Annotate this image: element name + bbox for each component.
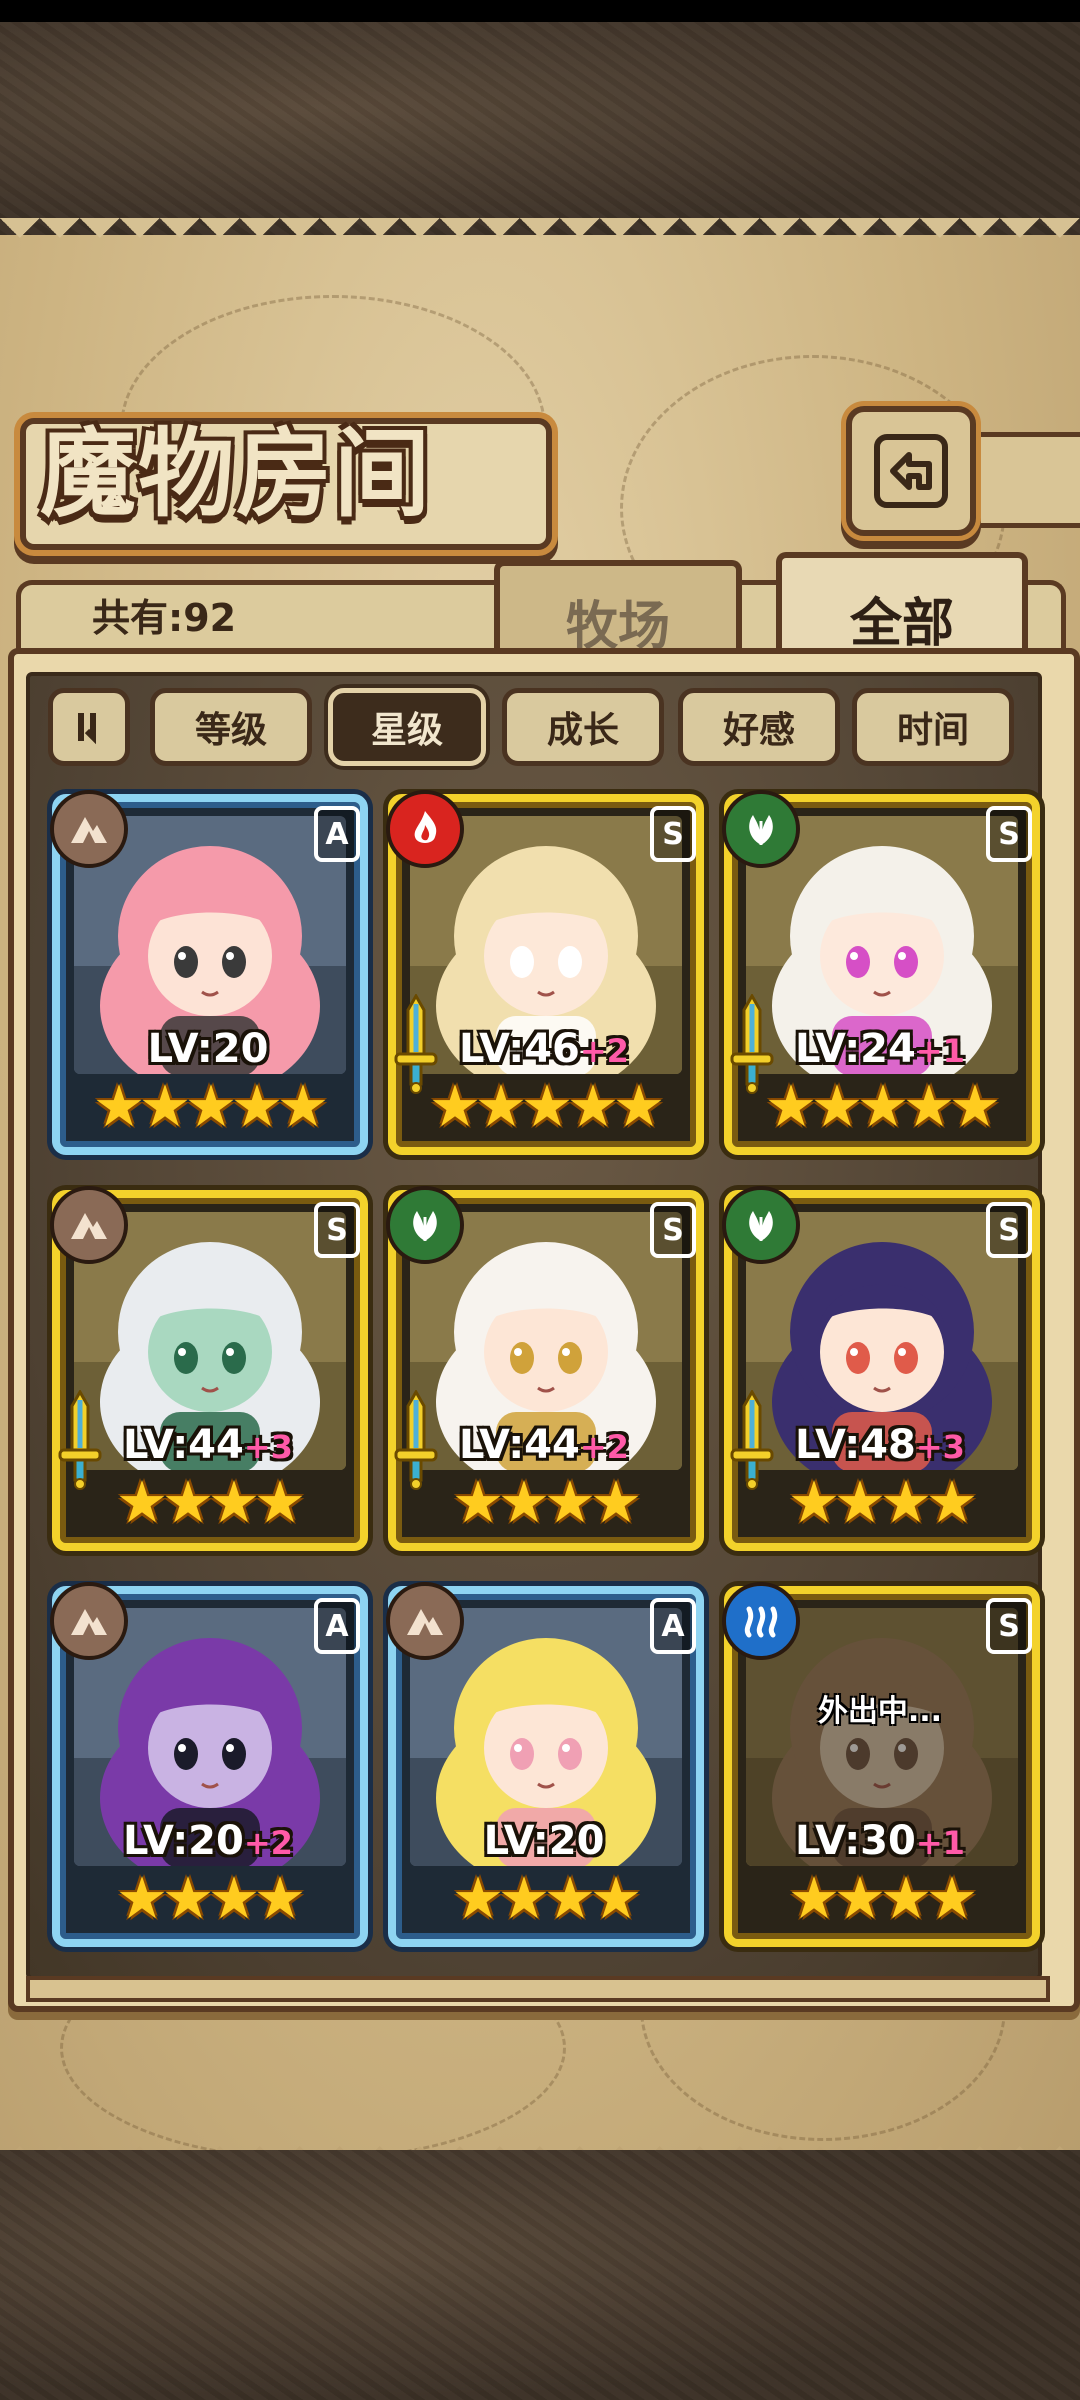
level-bonus: +1 xyxy=(915,1824,965,1862)
element-nature-icon xyxy=(722,790,800,868)
back-arrow-icon xyxy=(874,434,948,508)
level-bonus: +1 xyxy=(915,1032,965,1070)
level-text: LV:24 xyxy=(795,1026,916,1072)
sort-affection-label: 好感 xyxy=(722,710,795,751)
level-text: LV:46 xyxy=(459,1026,580,1072)
rank-badge: S xyxy=(986,1598,1032,1654)
status-bar xyxy=(0,0,1080,22)
monster-level: LV:20+2 xyxy=(52,1818,364,1864)
monster-card[interactable]: S LV:46+2 ★★★★★ xyxy=(386,790,704,1155)
monster-card[interactable]: S LV:48+3 ★★★★ xyxy=(722,1186,1040,1551)
level-text: LV:44 xyxy=(123,1422,244,1468)
monster-card[interactable]: A LV:20 ★★★★ xyxy=(386,1582,704,1947)
sort-affection-button[interactable]: 好感 xyxy=(678,688,840,766)
monster-card[interactable]: S LV:24+1 ★★★★★ xyxy=(722,790,1040,1155)
panel-bottom-rail xyxy=(26,1976,1050,2002)
sort-star-button[interactable]: 星级 xyxy=(328,688,486,766)
rank-badge: S xyxy=(314,1202,360,1258)
star-icons: ★★★★ xyxy=(788,1468,978,1536)
level-text: LV:20 xyxy=(147,1026,269,1072)
element-earth-icon xyxy=(50,1186,128,1264)
star-rating: ★★★★ xyxy=(388,1472,700,1532)
element-earth-icon xyxy=(50,1582,128,1660)
element-earth-icon xyxy=(386,1582,464,1660)
level-bonus: +3 xyxy=(915,1428,965,1466)
torn-edge-top xyxy=(0,218,1080,258)
monster-level: LV:48+3 xyxy=(724,1422,1036,1468)
map-background-top xyxy=(0,22,1080,237)
rank-badge: A xyxy=(314,806,360,862)
star-rating: ★★★★ xyxy=(724,1868,1036,1928)
back-button[interactable] xyxy=(846,406,976,536)
level-text: LV:30 xyxy=(795,1818,916,1864)
rank-badge: S xyxy=(986,1202,1032,1258)
monster-level: LV:20 xyxy=(52,1026,364,1072)
star-rating: ★★★★★ xyxy=(724,1076,1036,1136)
sort-growth-label: 成长 xyxy=(546,710,619,751)
star-rating: ★★★★ xyxy=(388,1868,700,1928)
sort-direction-icon xyxy=(78,713,96,745)
star-icons: ★★★★★ xyxy=(765,1072,1001,1140)
level-text: LV:20 xyxy=(483,1818,605,1864)
star-icons: ★★★★★ xyxy=(429,1072,665,1140)
rank-badge: S xyxy=(650,1202,696,1258)
star-icons: ★★★★ xyxy=(116,1468,306,1536)
rank-badge: S xyxy=(650,806,696,862)
rank-badge: A xyxy=(650,1598,696,1654)
monster-level: LV:30+1 xyxy=(724,1818,1036,1864)
level-bonus: +3 xyxy=(243,1428,293,1466)
star-rating: ★★★★★ xyxy=(52,1076,364,1136)
monster-level: LV:20 xyxy=(388,1818,700,1864)
sort-level-label: 等级 xyxy=(194,710,267,751)
level-bonus: +2 xyxy=(243,1824,293,1862)
monster-level: LV:46+2 xyxy=(388,1026,700,1072)
star-rating: ★★★★ xyxy=(52,1868,364,1928)
rank-badge: S xyxy=(986,806,1032,862)
star-rating: ★★★★ xyxy=(724,1472,1036,1532)
away-status: 外出中... xyxy=(817,1694,943,1729)
element-earth-icon xyxy=(50,790,128,868)
element-nature-icon xyxy=(722,1186,800,1264)
monster-level: LV:44+2 xyxy=(388,1422,700,1468)
level-bonus: +2 xyxy=(579,1428,629,1466)
monster-card[interactable]: S LV:44+3 ★★★★ xyxy=(50,1186,368,1551)
monster-level: LV:24+1 xyxy=(724,1026,1036,1072)
element-water-icon xyxy=(722,1582,800,1660)
monster-card[interactable]: A LV:20+2 ★★★★ xyxy=(50,1582,368,1947)
sort-level-button[interactable]: 等级 xyxy=(150,688,312,766)
element-fire-icon xyxy=(386,790,464,868)
star-icons: ★★★★ xyxy=(452,1468,642,1536)
star-icons: ★★★★ xyxy=(116,1864,306,1932)
level-text: LV:20 xyxy=(123,1818,244,1864)
level-bonus: +2 xyxy=(579,1032,629,1070)
monster-card[interactable]: S 外出中... LV:30+1 ★★★★ xyxy=(722,1582,1040,1947)
monster-card[interactable]: S LV:44+2 ★★★★ xyxy=(386,1186,704,1551)
star-rating: ★★★★★ xyxy=(388,1076,700,1136)
sort-star-label: 星级 xyxy=(370,710,443,751)
monster-count: 共有:92 xyxy=(92,596,237,640)
sort-time-button[interactable]: 时间 xyxy=(852,688,1014,766)
sort-time-label: 时间 xyxy=(896,710,969,751)
star-icons: ★★★★ xyxy=(788,1864,978,1932)
monster-card[interactable]: A LV:20 ★★★★★ xyxy=(50,790,368,1155)
map-background-bottom xyxy=(0,2150,1080,2400)
element-nature-icon xyxy=(386,1186,464,1264)
star-icons: ★★★★ xyxy=(452,1864,642,1932)
star-rating: ★★★★ xyxy=(52,1472,364,1532)
page-title: 魔物房间 xyxy=(40,417,432,530)
rank-badge: A xyxy=(314,1598,360,1654)
level-text: LV:44 xyxy=(459,1422,580,1468)
level-text: LV:48 xyxy=(795,1422,916,1468)
sort-growth-button[interactable]: 成长 xyxy=(502,688,664,766)
tab-all-label: 全部 xyxy=(849,592,954,654)
sort-order-toggle[interactable] xyxy=(48,688,130,766)
star-icons: ★★★★★ xyxy=(93,1072,329,1140)
monster-level: LV:44+3 xyxy=(52,1422,364,1468)
